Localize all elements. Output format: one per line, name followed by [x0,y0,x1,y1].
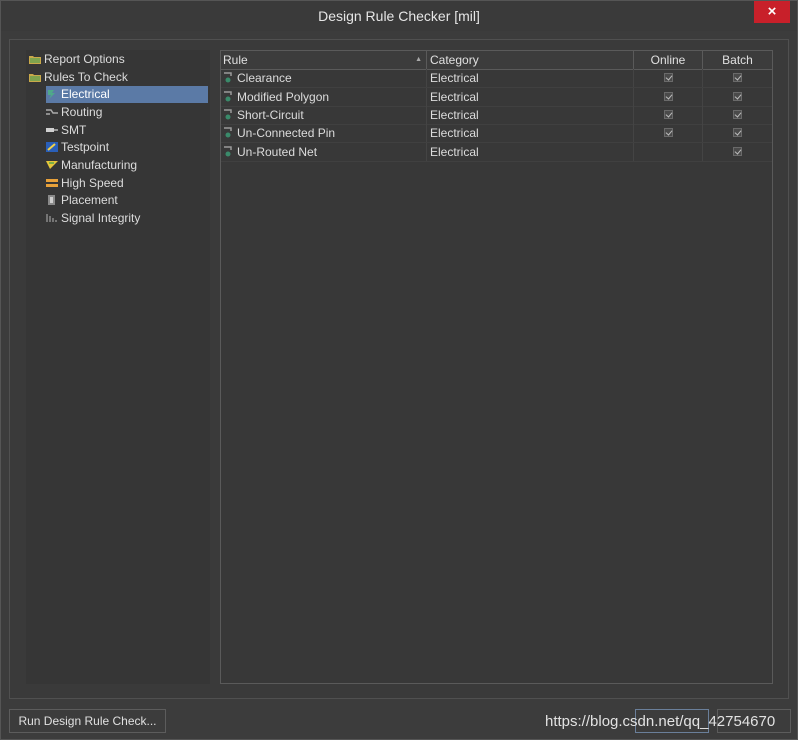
tree-item-high-speed[interactable]: High Speed [46,175,124,192]
rule-icon [224,91,232,102]
batch-cell [703,143,772,161]
category-cell: Electrical [427,69,634,87]
rule-cell: Short-Circuit [221,106,427,124]
category-cell: Electrical [427,124,634,142]
tree-item-label: Testpoint [61,140,110,154]
run-drc-button[interactable]: Run Design Rule Check... [9,709,166,733]
rule-tree: Report Options Rules To Check Electrical… [26,50,210,684]
dialog-content: Report Options Rules To Check Electrical… [9,39,789,699]
table-row[interactable]: Short-Circuit Electrical [221,106,772,125]
column-header-label: Category [430,53,479,67]
drc-dialog: Design Rule Checker [mil] × Report Optio… [0,0,798,740]
grid-header: Rule ▲ Category Online Batch [221,51,772,70]
high-speed-icon [46,179,58,187]
column-header-label: Batch [722,53,753,67]
category-cell: Electrical [427,106,634,124]
batch-cell [703,69,772,87]
column-header-label: Online [650,53,686,67]
online-checkbox[interactable] [664,128,673,137]
tree-item-smt[interactable]: SMT [46,122,86,139]
rule-icon [224,72,232,83]
placement-icon [48,195,55,205]
column-header-rule[interactable]: Rule ▲ [221,51,427,69]
category-cell: Electrical [427,88,634,106]
tree-item-placement[interactable]: Placement [46,192,118,209]
table-row[interactable]: Un-Connected Pin Electrical [221,124,772,143]
smt-icon [46,128,58,132]
batch-cell [703,106,772,124]
online-cell [634,106,703,124]
rule-icon [224,109,232,120]
column-header-category[interactable]: Category [427,51,634,69]
category-cell: Electrical [427,143,634,161]
tree-item-label: Routing [61,105,103,119]
tree-item-report-options[interactable]: Report Options [29,51,125,68]
tree-item-electrical[interactable]: Electrical [46,86,208,103]
online-checkbox[interactable] [664,73,673,82]
rule-name: Modified Polygon [237,90,330,104]
tree-item-label: Rules To Check [44,70,128,84]
electrical-icon [48,90,55,99]
column-header-online[interactable]: Online [634,51,703,69]
rule-cell: Clearance [221,69,427,87]
signal-integrity-icon [46,214,57,222]
batch-checkbox[interactable] [733,147,742,156]
sort-ascending-icon: ▲ [415,56,422,63]
folder-icon [29,74,41,82]
batch-checkbox[interactable] [733,110,742,119]
rules-grid: Rule ▲ Category Online Batch Clearance E… [220,50,773,684]
title-bar: Design Rule Checker [mil] × [1,1,797,31]
online-cell [634,69,703,87]
tree-item-rules-to-check[interactable]: Rules To Check [29,69,128,86]
table-row[interactable]: Clearance Electrical [221,69,772,88]
folder-icon [29,56,41,64]
tree-item-label: Signal Integrity [61,211,141,225]
rule-name: Short-Circuit [237,108,304,122]
rule-icon [224,127,232,138]
rule-name: Un-Connected Pin [237,126,336,140]
tree-item-label: Electrical [61,87,110,101]
tree-item-signal-integrity[interactable]: Signal Integrity [46,210,140,227]
column-header-label: Rule [223,53,248,67]
rule-cell: Un-Routed Net [221,143,427,161]
close-button[interactable]: × [754,1,790,23]
tree-item-label: Report Options [44,52,125,66]
table-row[interactable]: Modified Polygon Electrical [221,88,772,107]
online-checkbox[interactable] [664,92,673,101]
column-header-batch[interactable]: Batch [703,51,772,69]
manufacturing-icon [46,161,58,169]
batch-cell [703,88,772,106]
tree-item-label: High Speed [61,176,124,190]
online-cell [634,143,703,161]
testpoint-icon [46,142,58,152]
rule-name: Clearance [237,71,292,85]
tree-item-routing[interactable]: Routing [46,104,102,121]
tree-item-manufacturing[interactable]: Manufacturing [46,157,137,174]
rule-name: Un-Routed Net [237,145,318,159]
tree-item-label: SMT [61,123,87,137]
rule-icon [224,146,232,157]
table-row[interactable]: Un-Routed Net Electrical [221,143,772,162]
tree-item-label: Placement [61,193,118,207]
window-title: Design Rule Checker [mil] [318,8,480,24]
online-checkbox[interactable] [664,110,673,119]
rule-cell: Un-Connected Pin [221,124,427,142]
tree-item-testpoint[interactable]: Testpoint [46,139,109,156]
batch-checkbox[interactable] [733,73,742,82]
rule-cell: Modified Polygon [221,88,427,106]
routing-icon [46,109,58,115]
watermark-text: https://blog.csdn.net/qq_42754670 [545,713,776,730]
online-cell [634,124,703,142]
batch-cell [703,124,772,142]
tree-item-label: Manufacturing [61,158,138,172]
batch-checkbox[interactable] [733,92,742,101]
online-cell [634,88,703,106]
batch-checkbox[interactable] [733,128,742,137]
